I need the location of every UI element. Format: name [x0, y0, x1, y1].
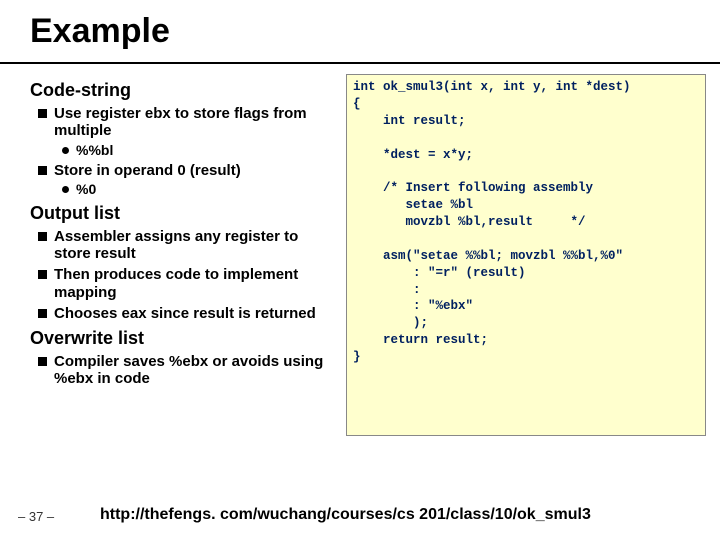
left-column: Code-string Use register ebx to store fl… — [30, 74, 338, 388]
list-item: Chooses eax since result is returned — [30, 305, 338, 322]
item-text: Use register ebx to store flags from mul… — [54, 105, 307, 139]
footer-url: http://thefengs. com/wuchang/courses/cs … — [100, 506, 591, 524]
heading-output-list: Output list — [30, 203, 338, 224]
title-rule — [0, 62, 720, 64]
page-number: – 37 – — [18, 509, 54, 524]
page-title: Example — [30, 12, 170, 51]
list-item: Assembler assigns any register to store … — [30, 228, 338, 263]
list-item: %0 — [54, 181, 338, 197]
heading-overwrite-list: Overwrite list — [30, 328, 338, 349]
list-item: %%bl — [54, 142, 338, 158]
item-text: Store in operand 0 (result) — [54, 162, 241, 179]
list-item: Compiler saves %ebx or avoids using %ebx… — [30, 353, 338, 388]
list-item: Store in operand 0 (result) %0 — [30, 162, 338, 197]
list-item: Use register ebx to store flags from mul… — [30, 105, 338, 158]
list-code-string: Use register ebx to store flags from mul… — [30, 105, 338, 197]
sublist: %%bl — [54, 142, 338, 158]
heading-code-string: Code-string — [30, 80, 338, 101]
sublist: %0 — [54, 181, 338, 197]
list-overwrite: Compiler saves %ebx or avoids using %ebx… — [30, 353, 338, 388]
list-output: Assembler assigns any register to store … — [30, 228, 338, 322]
code-block: int ok_smul3(int x, int y, int *dest) { … — [346, 74, 706, 436]
list-item: Then produces code to implement mapping — [30, 266, 338, 301]
slide: Example Code-string Use register ebx to … — [0, 0, 720, 540]
